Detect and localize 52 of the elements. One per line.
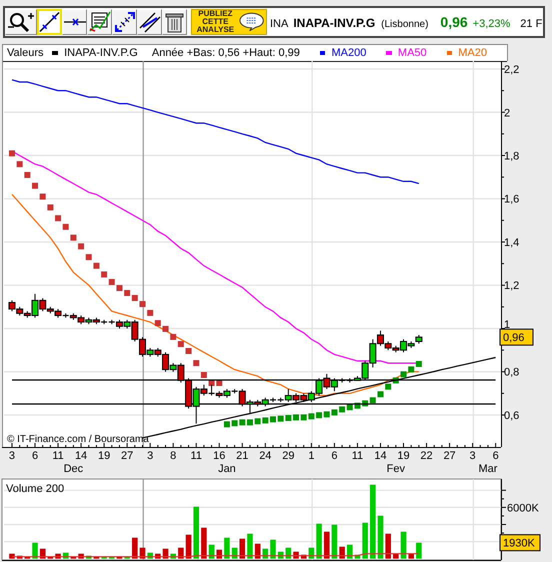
date-label: 8: [170, 450, 176, 462]
date-label: 27: [121, 450, 134, 462]
date-label: 27: [443, 450, 456, 462]
date-label: 22: [420, 450, 433, 462]
date-label: 3: [147, 450, 154, 462]
date-label: 3: [470, 450, 476, 462]
date-label: 6: [331, 450, 338, 462]
date-label: 29: [282, 450, 294, 462]
date-label: 3: [8, 450, 16, 462]
axis-label: 1: [504, 319, 510, 332]
copyright-text: © IT-Finance.com / Boursorama: [7, 434, 149, 445]
date-label: 11: [52, 450, 64, 462]
month-label: Fev: [386, 463, 405, 474]
date-label: 21: [236, 450, 248, 462]
axis-label: 2,2: [504, 64, 520, 76]
legend-label: MA200: [331, 47, 366, 59]
date-label: 14: [74, 450, 88, 462]
date-label: 1: [308, 450, 314, 462]
ticker-text: INA: [270, 18, 288, 30]
date-label: 24: [259, 450, 272, 462]
date-label: 16: [213, 450, 226, 462]
change-text: +3,23%: [472, 18, 510, 30]
date-label: 6: [492, 450, 499, 462]
legend-label: MA50: [398, 47, 427, 59]
month-label: Jan: [218, 463, 236, 474]
volume-badge: 1930K: [500, 534, 540, 552]
price-badge: 0,96: [500, 328, 534, 346]
axis-label: 2: [504, 107, 510, 120]
axis-label: 6000K: [507, 502, 539, 514]
axis-label: 0,8: [504, 366, 520, 379]
legend-title: Valeurs: [7, 47, 44, 59]
market-text: (Lisbonne): [381, 19, 428, 30]
extra-text: 21 F: [520, 18, 542, 30]
legend-label: INAPA-INV.P.G: [64, 47, 138, 59]
axis-label: 1,8: [504, 150, 520, 162]
legend-label: MA20: [458, 47, 488, 59]
date-label: 19: [98, 450, 110, 462]
axis-label: 1,2: [504, 280, 520, 292]
axis-label: 1,6: [504, 194, 520, 206]
range-text: Année +Bas: 0,56 +Haut: 0,99: [152, 47, 300, 59]
chart-title: Volume 200: [6, 483, 64, 495]
axis-label: 1,4: [504, 237, 520, 249]
price-text: 0,96: [440, 14, 468, 30]
axis-label: 0,6: [504, 410, 520, 422]
date-label: 11: [352, 450, 364, 462]
month-label: Mar: [478, 463, 498, 474]
security-name: INAPA-INV.P.G: [293, 16, 376, 30]
date-label: 14: [374, 450, 387, 462]
month-label: Dec: [64, 463, 84, 474]
date-label: 19: [397, 450, 410, 462]
date-label: 6: [32, 450, 38, 462]
date-label: 11: [190, 450, 202, 462]
